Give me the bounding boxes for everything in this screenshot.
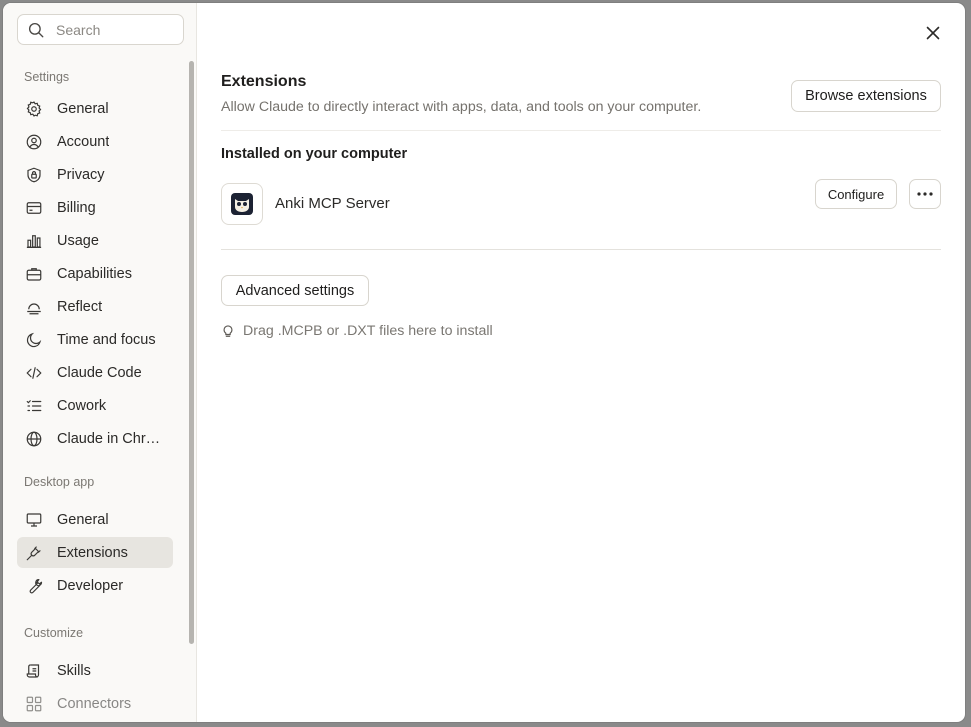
shield-lock-icon <box>27 167 41 182</box>
sidebar: Settings General Account Privacy Billing… <box>3 3 197 722</box>
sidebar-item-label: Claude in Chr… <box>57 430 161 447</box>
owl-icon <box>231 192 253 215</box>
sidebar-item-extensions[interactable]: Extensions <box>17 537 173 568</box>
sidebar-item-label: Claude Code <box>57 364 142 381</box>
main-panel: Extensions Allow Claude to directly inte… <box>197 3 965 722</box>
sidebar-nav: Settings General Account Privacy Billing… <box>17 65 173 721</box>
installed-section-title: Installed on your computer <box>221 146 408 162</box>
credit-card-icon <box>26 201 42 214</box>
sidebar-item-label: Skills <box>57 662 91 679</box>
sidebar-item-general[interactable]: General <box>17 93 173 124</box>
connectors-icon <box>26 696 42 711</box>
checklist-icon <box>26 399 42 411</box>
sidebar-item-label: General <box>57 100 109 117</box>
configure-button[interactable]: Configure <box>815 179 897 209</box>
sidebar-item-privacy[interactable]: Privacy <box>17 159 173 190</box>
sidebar-item-cowork[interactable]: Cowork <box>17 390 173 421</box>
ellipsis-icon <box>917 192 933 196</box>
moon-icon <box>26 332 42 347</box>
sidebar-item-label: General <box>57 511 109 528</box>
code-icon <box>26 366 42 379</box>
sidebar-item-account[interactable]: Account <box>17 126 173 157</box>
extension-icon-container <box>221 182 263 225</box>
search-icon <box>28 22 44 37</box>
sidebar-item-label: Privacy <box>57 166 105 183</box>
bar-chart-icon <box>26 234 42 248</box>
plug-icon <box>26 545 41 560</box>
sidebar-item-label: Time and focus <box>57 331 156 348</box>
sidebar-item-label: Developer <box>57 577 124 594</box>
settings-window: Settings General Account Privacy Billing… <box>3 3 965 722</box>
user-circle-icon <box>26 134 42 149</box>
sidebar-item-billing[interactable]: Billing <box>17 192 173 223</box>
sidebar-item-skills[interactable]: Skills <box>17 655 173 686</box>
drop-hint: Drag .MCPB or .DXT files here to install <box>221 323 941 339</box>
sidebar-item-label: Usage <box>57 232 99 249</box>
browse-extensions-button[interactable]: Browse extensions <box>791 80 941 112</box>
sidebar-item-label: Connectors <box>57 695 132 712</box>
sidebar-item-reflect[interactable]: Reflect <box>17 291 173 322</box>
briefcase-icon <box>26 267 42 281</box>
sidebar-item-developer[interactable]: Developer <box>17 570 173 601</box>
sidebar-item-connectors[interactable]: Connectors <box>17 688 173 719</box>
more-options-button[interactable] <box>909 179 941 209</box>
drop-hint-text: Drag .MCPB or .DXT files here to install <box>243 323 493 339</box>
sidebar-item-desktop-general[interactable]: General <box>17 504 173 535</box>
search-box[interactable] <box>17 14 184 45</box>
sidebar-item-label: Cowork <box>57 397 107 414</box>
sidebar-item-label: Billing <box>57 199 96 216</box>
section-label-customize: Customize <box>24 626 84 640</box>
wrench-icon <box>29 578 43 593</box>
sidebar-item-usage[interactable]: Usage <box>17 225 173 256</box>
sidebar-item-label: Extensions <box>57 544 128 561</box>
search-input[interactable] <box>56 21 176 38</box>
section-label-settings: Settings <box>24 70 70 84</box>
advanced-settings-button[interactable]: Advanced settings <box>221 275 369 306</box>
sidebar-item-claude-in-chrome[interactable]: Claude in Chr… <box>17 423 173 454</box>
extension-row: Anki MCP Server Configure <box>221 172 941 250</box>
close-icon <box>926 26 940 40</box>
sidebar-item-claude-code[interactable]: Claude Code <box>17 357 173 388</box>
gear-icon <box>26 100 42 117</box>
extensions-content: Extensions Allow Claude to directly inte… <box>221 73 941 339</box>
sidebar-item-capabilities[interactable]: Capabilities <box>17 258 173 289</box>
sidebar-item-label: Reflect <box>57 298 103 315</box>
globe-icon <box>26 431 42 446</box>
section-label-desktop-app: Desktop app <box>24 475 95 489</box>
lightbulb-icon <box>223 325 233 337</box>
sunrise-icon <box>27 302 41 314</box>
sidebar-item-label: Account <box>57 133 110 150</box>
sidebar-item-time-and-focus[interactable]: Time and focus <box>17 324 173 355</box>
close-button[interactable] <box>921 21 945 45</box>
scroll-icon <box>26 663 40 678</box>
extension-name: Anki MCP Server <box>275 195 390 212</box>
monitor-icon <box>26 512 42 527</box>
sidebar-scrollbar[interactable] <box>189 61 194 644</box>
extensions-header: Extensions Allow Claude to directly inte… <box>221 73 941 131</box>
sidebar-item-label: Capabilities <box>57 265 132 282</box>
